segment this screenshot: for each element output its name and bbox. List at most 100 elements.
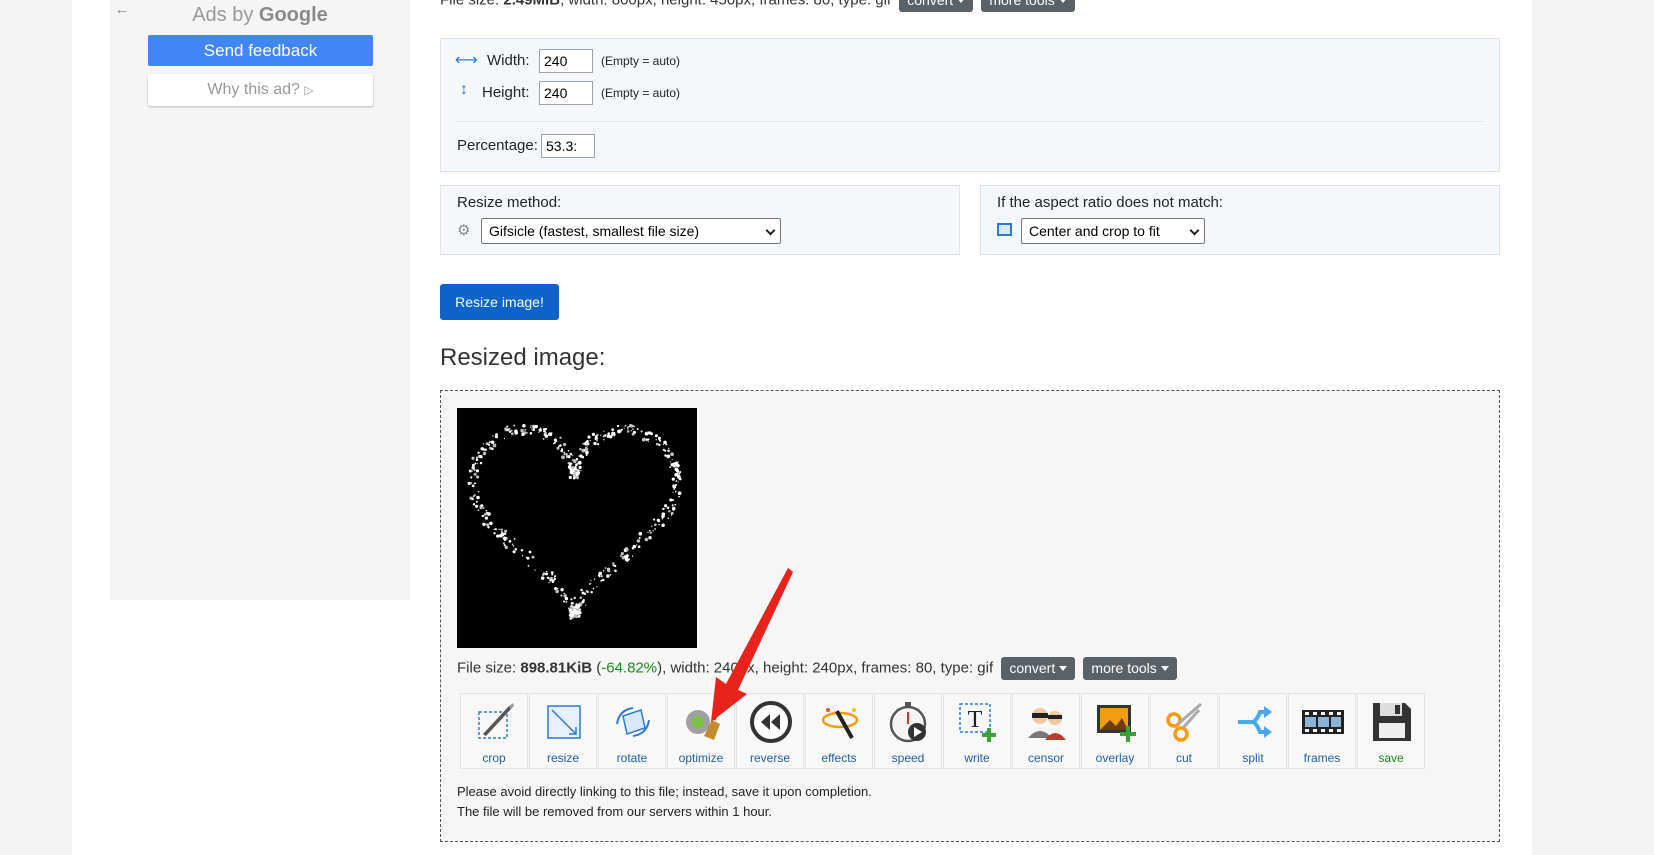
sparkle — [504, 529, 508, 533]
sparkle — [671, 458, 673, 461]
resized-gif-preview — [457, 408, 697, 648]
original-file-info: File size: 2.49MiB, width: 800px, height… — [440, 0, 1075, 12]
sparkle — [630, 424, 634, 428]
width-input[interactable]: 240 — [539, 49, 593, 73]
tool-cut[interactable]: cut — [1150, 693, 1218, 769]
sparkle — [545, 570, 548, 573]
aspect-ratio-select[interactable]: Center and crop to fit — [1021, 218, 1205, 244]
sparkle — [544, 431, 547, 434]
sparkle — [512, 545, 515, 547]
sparkle — [574, 465, 577, 468]
sparkle — [528, 550, 532, 554]
tool-label: cut — [1175, 751, 1192, 765]
resized-open-paren: ( — [592, 659, 602, 677]
sparkle — [470, 476, 473, 479]
sparkle — [570, 606, 574, 610]
convert-label: convert — [1009, 660, 1056, 676]
sparkle — [521, 555, 524, 557]
sparkle — [653, 518, 656, 521]
sparkle — [526, 432, 529, 434]
sparkle — [644, 537, 649, 542]
sparkle — [477, 451, 480, 454]
sparkle — [565, 453, 568, 456]
tool-rotate[interactable]: rotate — [598, 693, 666, 769]
resized-file-info: File size: 898.81KiB (-64.82%), width: 2… — [457, 657, 1177, 680]
sparkle — [659, 439, 662, 442]
percentage-input[interactable]: 53.3: — [541, 134, 595, 158]
tool-censor[interactable]: censor — [1012, 693, 1080, 769]
sparkle — [492, 435, 494, 437]
sparkle — [526, 556, 530, 560]
sparkle — [512, 550, 516, 554]
sparkle — [482, 522, 486, 527]
sparkle — [598, 575, 601, 578]
tool-optimize[interactable]: optimize — [667, 693, 735, 769]
more-tools-dropdown[interactable]: more tools — [1083, 657, 1177, 680]
original-more-tools-dropdown[interactable]: more tools — [981, 0, 1075, 12]
height-input[interactable]: 240 — [539, 81, 593, 105]
sparkle — [631, 555, 634, 557]
sparkle — [671, 477, 675, 481]
sparkle — [556, 587, 559, 590]
tool-write[interactable]: T write — [943, 693, 1011, 769]
width-label: Width: — [487, 52, 530, 69]
tool-save[interactable]: save — [1357, 693, 1425, 769]
sparkle — [612, 562, 615, 565]
sparkle — [476, 456, 478, 459]
tool-speed[interactable]: speed — [874, 693, 942, 769]
sparkle — [486, 523, 490, 527]
sparkle — [590, 579, 592, 581]
stopwatch-icon — [889, 702, 927, 743]
sparkle — [544, 573, 547, 576]
sparkle — [596, 438, 598, 441]
sparkle — [550, 571, 554, 574]
resize-method-panel: Resize method: ⚙ Gifsicle (fastest, smal… — [440, 185, 960, 255]
sparkle — [503, 532, 507, 536]
sparkle — [632, 428, 634, 431]
sparkle — [573, 475, 575, 477]
sparkle — [663, 440, 667, 445]
tool-resize[interactable]: resize — [529, 693, 597, 769]
sparkle — [614, 569, 617, 573]
tool-effects[interactable]: effects — [805, 693, 873, 769]
sparkle — [575, 609, 578, 611]
tool-overlay[interactable]: overlay — [1081, 693, 1149, 769]
sparkle — [606, 434, 611, 438]
sparkle — [532, 428, 535, 431]
sparkle — [647, 440, 649, 443]
sparkle — [661, 517, 664, 520]
sparkle — [594, 435, 598, 438]
resize-image-button[interactable]: Resize image! — [440, 284, 559, 320]
floppy-icon — [1373, 703, 1411, 741]
sparkle — [572, 476, 576, 480]
caret-down-icon — [1058, 0, 1067, 3]
sparkle — [602, 569, 605, 572]
sparkle — [654, 434, 658, 438]
convert-dropdown[interactable]: convert — [1001, 657, 1076, 680]
sparkle — [493, 528, 495, 531]
sparkle — [492, 443, 497, 448]
why-this-ad-button[interactable]: Why this ad? ▷ — [148, 74, 373, 106]
aspect-ratio-value: Center and crop to fit — [1029, 223, 1160, 239]
sparkle — [531, 555, 535, 559]
tool-frames[interactable]: frames — [1288, 693, 1356, 769]
resize-method-select[interactable]: Gifsicle (fastest, smallest file size) — [481, 218, 781, 244]
sparkle — [640, 430, 643, 433]
sparkle — [677, 481, 679, 483]
original-convert-dropdown[interactable]: convert — [899, 0, 974, 12]
original-info-rest: , width: 800px, height: 450px, frames: 8… — [560, 0, 891, 8]
sparkle — [479, 461, 483, 465]
ad-panel: ← Ads by Google Send feedback Why this a… — [110, 0, 410, 600]
send-feedback-button[interactable]: Send feedback — [148, 35, 373, 66]
tool-reverse[interactable]: reverse — [736, 693, 804, 769]
tool-crop[interactable]: crop — [460, 693, 528, 769]
tool-split[interactable]: split — [1219, 693, 1287, 769]
split-icon — [1238, 706, 1272, 738]
file-notes: Please avoid directly linking to this fi… — [457, 782, 872, 822]
original-more-tools-label: more tools — [989, 0, 1055, 8]
sparkle — [551, 580, 554, 584]
more-tools-label: more tools — [1091, 660, 1157, 676]
sparkle — [514, 547, 518, 551]
sparkle — [585, 450, 589, 455]
sparkle — [623, 555, 627, 558]
